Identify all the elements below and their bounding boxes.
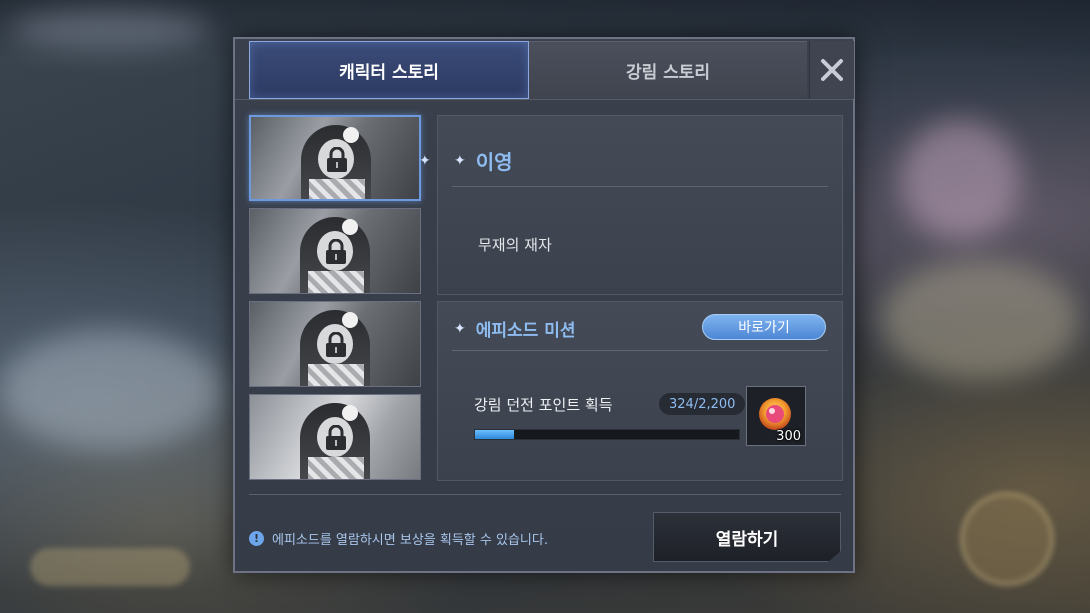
divider <box>452 186 828 187</box>
lock-icon <box>326 332 346 357</box>
reward-item[interactable]: 300 <box>746 386 806 446</box>
sparkle-icon: ✦ <box>454 320 466 337</box>
info-icon: ! <box>249 531 264 546</box>
character-story-dialog: 캐릭터 스토리 강림 스토리 ✦ ✦ 이영 무재의 재자 ✦ 에피소드 미션 바… <box>233 37 855 573</box>
background-blur <box>0 330 220 450</box>
mission-progress-fill <box>475 430 514 439</box>
character-name-row: ✦ 이영 <box>454 146 513 175</box>
background-circle <box>960 492 1054 586</box>
mission-progress-bar <box>474 429 740 440</box>
thumbnail-art <box>342 405 358 421</box>
episode-thumbnail[interactable] <box>249 208 421 294</box>
close-icon <box>821 59 843 81</box>
thumbnail-art <box>342 219 358 235</box>
sparkle-icon: ✦ <box>454 152 466 169</box>
goto-button[interactable]: 바로가기 <box>702 314 826 340</box>
episode-mission-panel: ✦ 에피소드 미션 바로가기 강림 던전 포인트 획득 324/2,200 30… <box>437 301 843 481</box>
episode-thumbnail[interactable] <box>249 394 421 480</box>
unlock-button[interactable]: 열람하기 <box>653 512 841 562</box>
character-subtitle: 무재의 재자 <box>478 236 552 254</box>
background-blur <box>900 120 1020 240</box>
close-button[interactable] <box>809 41 854 99</box>
thumbnail-art <box>309 179 365 199</box>
reward-count: 300 <box>776 429 801 444</box>
footer-divider <box>249 494 841 495</box>
selected-sparkle-icon: ✦ <box>419 153 431 169</box>
notice-row: ! 에피소드를 열람하시면 보상을 획득할 수 있습니다. <box>249 529 548 548</box>
lock-icon <box>326 239 346 264</box>
background-blur <box>10 10 210 50</box>
tab-descent-story[interactable]: 강림 스토리 <box>529 41 807 99</box>
episode-thumbnail[interactable] <box>249 115 421 201</box>
thumbnail-art <box>308 457 364 479</box>
episode-thumbnail[interactable] <box>249 301 421 387</box>
mission-title-row: ✦ 에피소드 미션 <box>454 316 576 342</box>
thumbnail-art <box>343 127 359 143</box>
thumbnail-art <box>308 271 364 293</box>
lock-icon <box>327 147 347 172</box>
lock-icon <box>326 425 346 450</box>
character-name: 이영 <box>475 150 513 174</box>
divider <box>452 350 828 351</box>
background-blur <box>880 260 1080 380</box>
tab-divider <box>235 99 853 100</box>
thumbnail-art <box>308 364 364 386</box>
mission-title: 에피소드 미션 <box>475 321 576 341</box>
thumbnail-art <box>342 312 358 328</box>
tab-character-story[interactable]: 캐릭터 스토리 <box>249 41 529 99</box>
character-info-panel: ✦ 이영 무재의 재자 <box>437 115 843 295</box>
notice-text: 에피소드를 열람하시면 보상을 획득할 수 있습니다. <box>272 533 548 548</box>
background-pill <box>30 548 190 586</box>
mission-task-label: 강림 던전 포인트 획득 <box>474 396 613 414</box>
mission-progress-text: 324/2,200 <box>659 393 746 415</box>
